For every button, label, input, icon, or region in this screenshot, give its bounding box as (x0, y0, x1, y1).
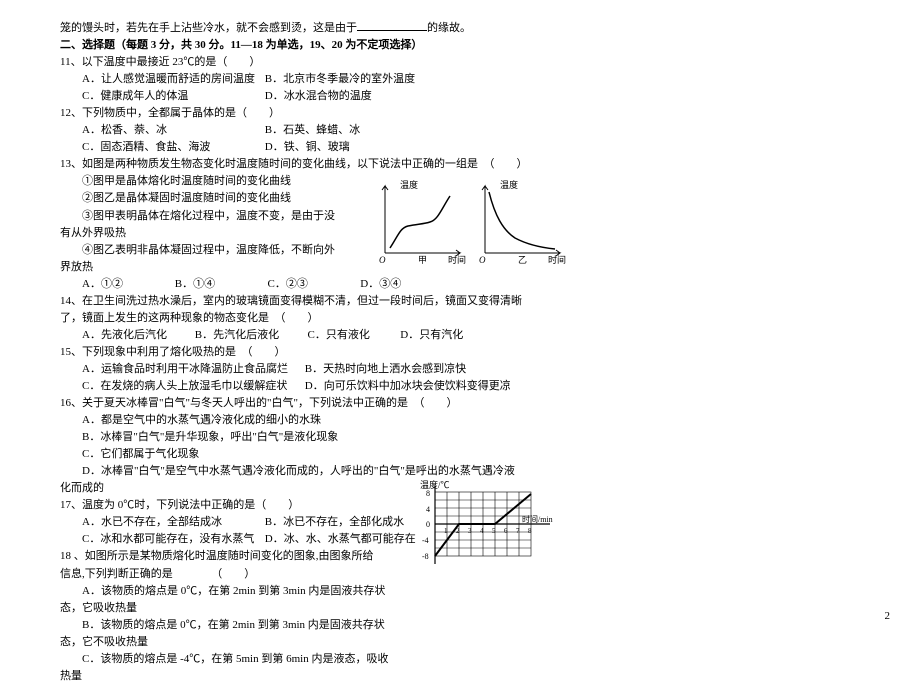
q16-A: A．都是空气中的水蒸气遇冷液化成的细小的水珠 (60, 412, 560, 429)
q18-Ba: B．该物质的熔点是 0℃，在第 2min 到第 3min 内是固液共存状 (60, 617, 560, 634)
q12-row1: A．松香、萘、冰 B．石英、蜂蜡、冰 (60, 122, 560, 139)
q12-D: D．铁、铜、玻璃 (265, 139, 445, 156)
q13-figure: 温度 时间 O 甲 温度 时间 O 乙 (370, 178, 570, 268)
q13-D: D．③④ (360, 276, 450, 293)
q11-C: C．健康成年人的体温 (82, 88, 262, 105)
q17-A: A．水已不存在，全部结成冰 (82, 514, 262, 531)
svg-text:4: 4 (426, 505, 430, 514)
q11-stem: 11、以下温度中最接近 23℃的是（ ） (60, 54, 560, 71)
q11-A: A．让人感觉温暖而舒适的房间温度 (82, 71, 262, 88)
q11-row1: A．让人感觉温暖而舒适的房间温度 B．北京市冬季最冷的室外温度 (60, 71, 560, 88)
axis-label: 时间 (448, 254, 466, 265)
q16-Da: D．冰棒冒"白气"是空气中水蒸气遇冷液化而成的，人呼出的"白气"是呼出的水蒸气遇… (60, 463, 560, 480)
q18-figure: 温度/℃ 8 4 0 -4 -8 (410, 480, 560, 580)
svg-text:8: 8 (426, 489, 430, 498)
exam-page: 笼的馒头时，若先在手上沾些冷水，就不会感到烫，这是由于 的缘故。 二、选择题（每题… (0, 0, 620, 695)
caption: 乙 (518, 255, 527, 265)
q13-options: A．①② B．①④ C．②③ D．③④ (60, 276, 560, 293)
prev-question-tail: 笼的馒头时，若先在手上沾些冷水，就不会感到烫，这是由于 的缘故。 (60, 20, 560, 37)
q15-row2: C．在发烧的病人头上放湿毛巾以缓解症状 D．向可乐饮料中加冰块会使饮料变得更凉 (60, 378, 560, 395)
q16-C: C．它们都属于气化现象 (60, 446, 560, 463)
svg-text:2: 2 (456, 527, 460, 535)
svg-text:O: O (479, 255, 486, 265)
q11-B: B．北京市冬季最冷的室外温度 (265, 71, 445, 88)
q15-stem: 15、下列现象中利用了熔化吸热的是 （ ） (60, 344, 560, 361)
section-2-heading: 二、选择题（每题 3 分，共 30 分。11—18 为单选，19、20 为不定项… (60, 37, 560, 54)
q12-C: C．固态酒精、食盐、海波 (82, 139, 262, 156)
svg-text:4: 4 (480, 527, 484, 535)
q18-Cb: 热量 (60, 668, 560, 685)
q14-D: D．只有汽化 (400, 327, 490, 344)
q15-row1: A．运输食品时利用干冰降温防止食品腐烂 B．天热时向地上洒水会感到凉快 (60, 361, 560, 378)
q13-A: A．①② (82, 276, 172, 293)
q13-C: C．②③ (268, 276, 358, 293)
caption: 甲 (418, 255, 427, 265)
svg-text:1: 1 (444, 527, 448, 535)
q18-Aa: A．该物质的熔点是 0℃，在第 2min 到第 3min 内是固液共存状 (60, 583, 560, 600)
text: 的缘故。 (427, 22, 471, 34)
axis-label: 时间 (548, 254, 566, 265)
q18-Ab: 态，它吸收热量 (60, 600, 560, 617)
svg-text:O: O (379, 255, 386, 265)
q14-l1: 14、在卫生间洗过热水澡后，室内的玻璃镜面变得模糊不清，但过一段时间后，镜面又变… (60, 293, 560, 310)
blank-fill[interactable] (357, 20, 427, 31)
page-number: 2 (885, 610, 891, 622)
q16-B: B．冰棒冒"白气"是升华现象，呼出"白气"是液化现象 (60, 429, 560, 446)
q16-stem: 16、关于夏天冰棒冒"白气"与冬天人呼出的"白气"，下列说法中正确的是 （ ） (60, 395, 560, 412)
q11-D: D．冰水混合物的温度 (265, 88, 445, 105)
q14-l2: 了，镜面上发生的这两种现象的物态变化是 （ ） (60, 310, 560, 327)
axis-label: 温度 (400, 179, 418, 190)
q18-Bb: 态，它不吸收热量 (60, 634, 560, 651)
q15-A: A．运输食品时利用干冰降温防止食品腐烂 (82, 361, 302, 378)
q18-Ca: C．该物质的熔点是 -4℃，在第 5min 到第 6min 内是液态，吸收 (60, 651, 560, 668)
q14-options: A．先液化后汽化 B．先汽化后液化 C．只有液化 D．只有汽化 (60, 327, 560, 344)
q12-stem: 12、下列物质中，全都属于晶体的是（ ） (60, 105, 560, 122)
svg-text:7: 7 (516, 527, 520, 535)
q11-row2: C．健康成年人的体温 D．冰水混合物的温度 (60, 88, 560, 105)
text: 笼的馒头时，若先在手上沾些冷水，就不会感到烫，这是由于 (60, 22, 357, 34)
q15-C: C．在发烧的病人头上放湿毛巾以缓解症状 (82, 378, 302, 395)
xlabel: 时间/min (522, 514, 553, 524)
svg-text:6: 6 (504, 527, 508, 535)
q15-B: B．天热时向地上洒水会感到凉快 (305, 361, 466, 378)
svg-text:8: 8 (528, 527, 532, 535)
q13-stem: 13、如图是两种物质发生物态变化时温度随时间的变化曲线，以下说法中正确的一组是 … (60, 156, 560, 173)
q13-B: B．①④ (175, 276, 265, 293)
q12-B: B．石英、蜂蜡、冰 (265, 122, 445, 139)
q12-row2: C．固态酒精、食盐、海波 D．铁、铜、玻璃 (60, 139, 560, 156)
q12-A: A．松香、萘、冰 (82, 122, 262, 139)
svg-text:-8: -8 (422, 552, 429, 561)
svg-text:3: 3 (468, 527, 472, 535)
axis-label: 温度 (500, 179, 518, 190)
svg-text:5: 5 (492, 527, 496, 535)
svg-text:0: 0 (426, 520, 430, 529)
q15-D: D．向可乐饮料中加冰块会使饮料变得更凉 (305, 378, 511, 395)
q17-C: C．冰和水都可能存在，没有水蒸气 (82, 531, 262, 548)
svg-text:-4: -4 (422, 536, 429, 545)
q14-B: B．先汽化后液化 (195, 327, 305, 344)
q14-A: A．先液化后汽化 (82, 327, 192, 344)
q14-C: C．只有液化 (308, 327, 398, 344)
